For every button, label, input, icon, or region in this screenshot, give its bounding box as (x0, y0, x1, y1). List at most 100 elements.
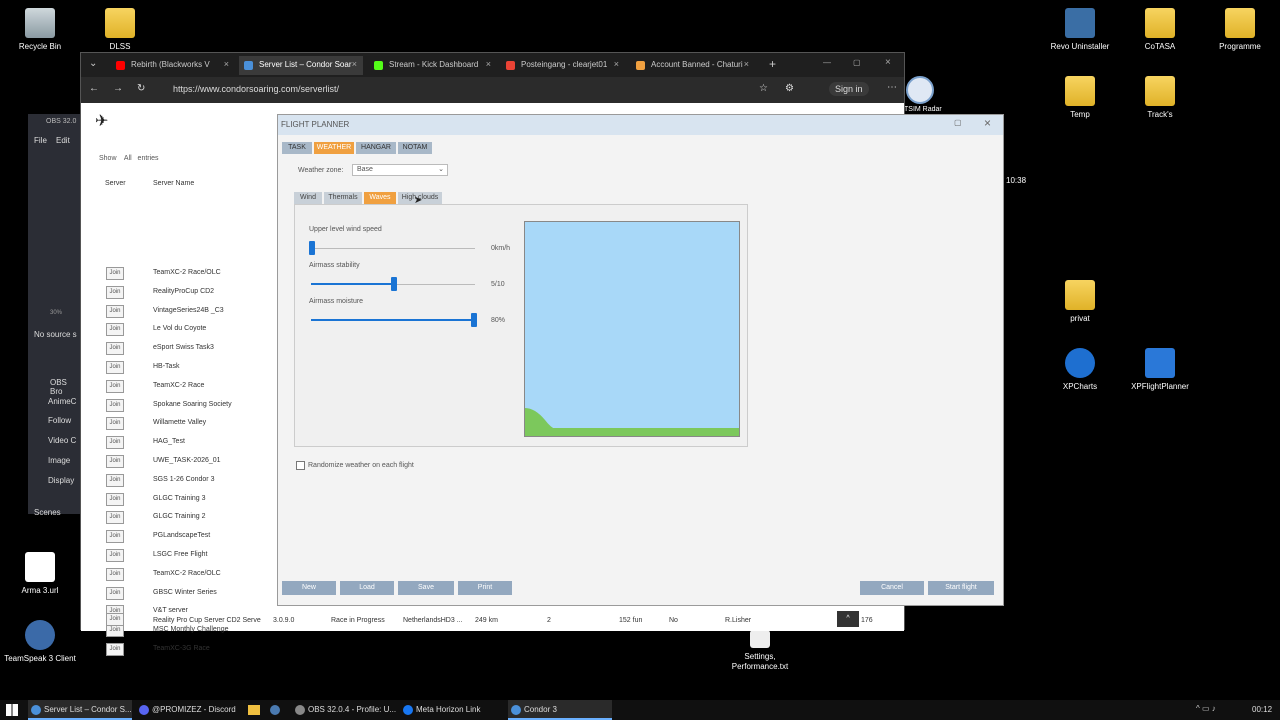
arma3-url-icon[interactable]: Arma 3.url (4, 552, 76, 596)
tsim-radar-icon[interactable] (906, 76, 934, 104)
join-button[interactable]: Join (106, 436, 124, 450)
last-server-row[interactable]: Join Reality Pro Cup Server CD2 Serve 3.… (81, 611, 906, 631)
folder-programme-icon[interactable]: Programme (1204, 8, 1276, 52)
join-button[interactable]: Join (106, 342, 124, 356)
subtab-waves[interactable]: Waves (364, 192, 396, 204)
obs-menu-edit[interactable]: Edit (56, 136, 70, 145)
file-explorer-icon[interactable] (248, 705, 260, 715)
table-row[interactable]: Join Le Vol du Coyote (81, 321, 281, 340)
slider-moisture[interactable] (471, 313, 477, 327)
back-icon[interactable]: ← (89, 83, 99, 94)
table-row[interactable]: Join TeamXC-2 Race (81, 378, 281, 397)
join-button[interactable]: Join (106, 643, 124, 656)
maximize-icon[interactable]: ▢ (954, 118, 962, 127)
folder-tracks-icon[interactable]: Track's (1124, 76, 1196, 120)
column-header-server[interactable]: Server (105, 180, 126, 187)
join-button[interactable]: Join (106, 323, 124, 337)
tab-actions-chevron-icon[interactable]: ⌄ (89, 58, 97, 69)
steam-icon[interactable] (270, 705, 280, 715)
new-tab-icon[interactable]: + (769, 57, 776, 71)
join-button[interactable]: Join (106, 511, 124, 525)
tab-notam[interactable]: NOTAM (398, 142, 432, 154)
table-row[interactable]: Join eSport Swiss Task3 (81, 340, 281, 359)
obs-dock-item[interactable]: Video C (48, 436, 76, 445)
join-button[interactable]: Join (106, 361, 124, 374)
join-button[interactable]: Join (106, 567, 124, 581)
scroll-up-icon[interactable]: ^ (837, 611, 859, 627)
start-flight-button[interactable]: Start flight (928, 581, 994, 595)
join-button[interactable]: Join (106, 267, 124, 280)
xpflightplanner-icon[interactable]: XPFlightPlanner (1124, 348, 1196, 392)
recycle-bin-icon[interactable]: Recycle Bin (4, 8, 76, 52)
column-header-server-name[interactable]: Server Name (153, 180, 194, 187)
more-menu-icon[interactable]: ⋯ (887, 82, 897, 93)
table-row[interactable]: Join GLGC Training 2 (81, 509, 281, 528)
maximize-icon[interactable]: ▢ (853, 58, 861, 67)
close-dialog-icon[interactable]: × (984, 116, 991, 130)
table-row[interactable]: Join HAG_Test (81, 434, 281, 453)
new-button[interactable]: New (282, 581, 336, 595)
xpcharts-icon[interactable]: XPCharts (1044, 348, 1116, 392)
close-window-icon[interactable]: × (885, 57, 891, 68)
join-button[interactable]: Join (106, 304, 124, 318)
table-row[interactable]: Join Spokane Soaring Society (81, 397, 281, 416)
start-windows-icon[interactable] (6, 704, 18, 716)
join-button[interactable]: Join (106, 455, 124, 468)
taskbar-item-obs[interactable]: OBS 32.0.4 - Profile: U... (292, 700, 396, 720)
obs-dock-item[interactable]: Display (48, 476, 74, 485)
table-row[interactable]: Join RealityProCup CD2 (81, 284, 281, 303)
tab-posteingang[interactable]: Posteingang - clearjet01 × (501, 56, 625, 75)
folder-dlss-icon[interactable]: DLSS (84, 8, 156, 52)
favorite-star-icon[interactable]: ☆ (759, 83, 768, 94)
close-tab-icon[interactable]: × (614, 59, 619, 69)
randomize-checkbox[interactable] (296, 461, 305, 470)
table-row[interactable]: Join HB-Task (81, 359, 281, 378)
tab-kick-dashboard[interactable]: Stream - Kick Dashboard × (369, 56, 497, 75)
tab-task[interactable]: TASK (282, 142, 312, 154)
close-tab-icon[interactable]: × (744, 59, 749, 69)
load-button[interactable]: Load (340, 581, 394, 595)
obs-dock-item[interactable]: Image (48, 456, 70, 465)
taskbar-item-meta-horizon[interactable]: Meta Horizon Link (400, 700, 504, 720)
join-button[interactable]: Join (106, 398, 124, 412)
join-button[interactable]: Join (106, 549, 124, 562)
obs-menu-file[interactable]: File (34, 136, 47, 145)
table-row[interactable]: Join Willamette Valley (81, 415, 281, 434)
taskbar-item-discord[interactable]: @PROMIZEZ - Discord (136, 700, 240, 720)
obs-scenes-label[interactable]: Scenes (34, 508, 61, 517)
table-row[interactable]: Join PGLandscapeTest (81, 528, 281, 547)
forward-icon[interactable]: → (113, 83, 123, 94)
extensions-icon[interactable]: ⚙ (785, 83, 794, 94)
print-button[interactable]: Print (458, 581, 512, 595)
table-row[interactable]: Join UWE_TASK-2026_01 (81, 453, 281, 472)
join-button[interactable]: Join (106, 285, 124, 299)
sign-in-button[interactable]: Sign in (829, 82, 869, 96)
save-button[interactable]: Save (398, 581, 454, 595)
taskbar-item-server-list[interactable]: Server List – Condor S... (28, 700, 132, 720)
taskbar-clock[interactable]: 00:12 (1252, 705, 1272, 714)
table-row[interactable]: Join VintageSeries24B _C3 (81, 303, 281, 322)
table-row[interactable]: Join LSGC Free Flight (81, 547, 281, 566)
revo-uninstaller-icon[interactable]: Revo Uninstaller (1044, 8, 1116, 52)
close-tab-icon[interactable]: × (224, 59, 229, 69)
table-row[interactable]: Join SGS 1-26 Condor 3 (81, 472, 281, 491)
subtab-wind[interactable]: Wind (294, 192, 322, 204)
cancel-button[interactable]: Cancel (860, 581, 924, 595)
minimize-icon[interactable]: — (823, 58, 831, 67)
join-button[interactable]: Join (106, 473, 124, 487)
obs-dock-item[interactable]: Follow (48, 416, 71, 425)
join-button[interactable]: Join (106, 492, 124, 506)
close-tab-icon[interactable]: × (486, 59, 491, 69)
teamspeak-icon[interactable]: TeamSpeak 3 Client (4, 620, 76, 664)
system-tray-icons[interactable]: ^ ▭ ♪ (1196, 704, 1216, 713)
join-button[interactable]: Join (106, 586, 124, 600)
join-button[interactable]: Join (106, 530, 124, 544)
slider-upper-wind[interactable] (309, 241, 315, 255)
table-row[interactable]: Join TeamXC-2 Race/OLC (81, 566, 281, 585)
settings-performance-file-icon[interactable]: Settings, Performance.txt (724, 630, 796, 672)
subtab-thermals[interactable]: Thermals (324, 192, 362, 204)
tab-account-banned[interactable]: Account Banned - Chaturi × (631, 56, 755, 75)
entries-select[interactable]: All (124, 155, 132, 162)
table-row[interactable]: Join GLGC Training 3 (81, 491, 281, 510)
close-tab-icon[interactable]: × (352, 59, 357, 69)
